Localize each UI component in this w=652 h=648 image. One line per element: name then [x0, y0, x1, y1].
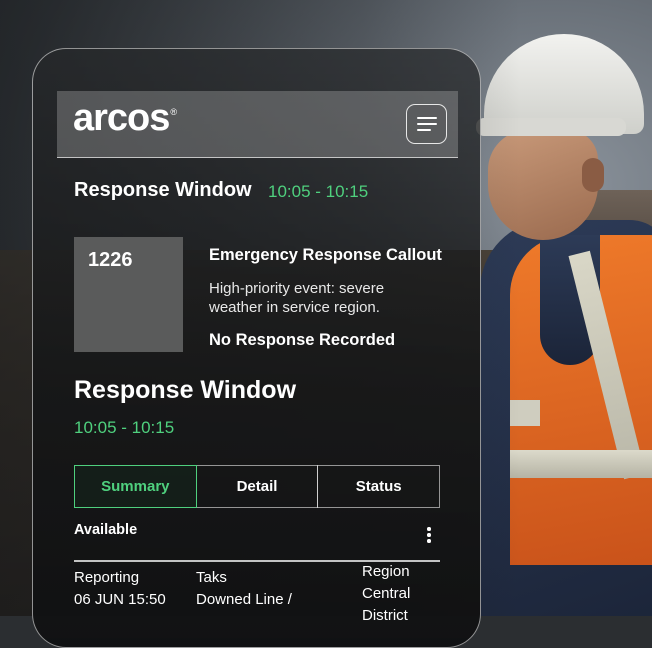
reporting-column: Reporting 06 JUN 15:50 — [74, 567, 166, 611]
logo-text: arcos — [73, 97, 170, 139]
detail-tabs: Summary Detail Status — [74, 465, 441, 508]
region-value-cont: District — [362, 607, 408, 624]
section-label: Available — [74, 522, 138, 538]
region-label: Region — [362, 563, 410, 580]
reflective-stripe — [510, 450, 652, 478]
task-value: Downed Line / — [196, 591, 292, 608]
task-column: Taks Downed Line / — [196, 567, 292, 611]
task-label: Taks — [196, 569, 227, 586]
tab-summary[interactable]: Summary — [74, 465, 197, 508]
phone-frame: arcos® Response Window 10:05 - 10:15 122… — [32, 48, 481, 648]
event-description: High-priority event: severe weather in s… — [209, 280, 385, 316]
response-window-heading: Response Window — [74, 179, 252, 201]
event-id: 1226 — [88, 249, 133, 271]
trademark-symbol: ® — [170, 107, 177, 117]
region-column: Region Central District — [362, 561, 410, 627]
worker-ear — [582, 158, 604, 192]
response-window-time: 10:05 - 10:15 — [268, 182, 369, 201]
arcos-logo: arcos® — [73, 97, 177, 140]
event-title: Emergency Response Callout — [209, 246, 442, 264]
response-window-range: 10:05 - 10:15 — [74, 418, 175, 437]
event-id-badge: 1226 — [74, 237, 183, 352]
reporting-label: Reporting — [74, 569, 140, 586]
hamburger-menu-icon[interactable] — [406, 104, 447, 144]
more-vertical-icon[interactable] — [425, 527, 433, 545]
reporting-value: 06 JUN 15:50 — [74, 591, 166, 608]
response-window-title: Response Window — [74, 376, 297, 404]
tab-detail[interactable]: Detail — [195, 465, 319, 508]
region-value: Central — [362, 585, 411, 602]
tab-status[interactable]: Status — [317, 465, 441, 508]
app-header: arcos® — [57, 91, 458, 158]
event-status: No Response Recorded — [209, 331, 396, 349]
